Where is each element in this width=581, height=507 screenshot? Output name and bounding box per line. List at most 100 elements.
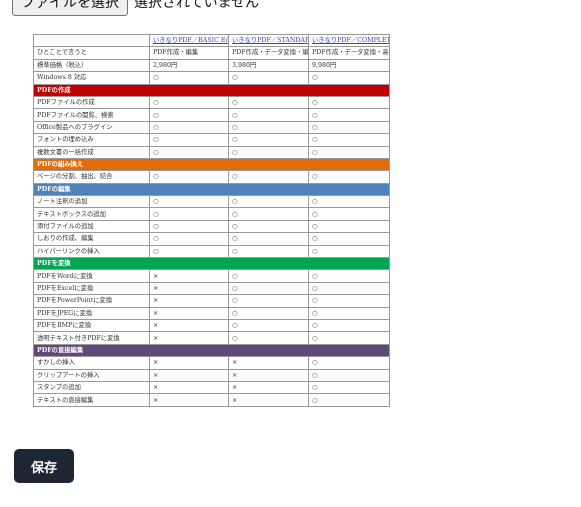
section-header-row: PDFの作成 bbox=[33, 83, 390, 97]
feature-value: ○ bbox=[308, 244, 390, 259]
feature-value: ○ bbox=[149, 95, 229, 110]
section-header-row: PDFを変換 bbox=[33, 257, 390, 271]
choose-file-button[interactable]: ファイルを選択 bbox=[12, 0, 128, 16]
feature-value: ○ bbox=[308, 393, 390, 407]
table-row: Office製品へのプラグイン ○ ○ ○ bbox=[33, 120, 390, 135]
feature-value: PDF作成・データ変換・高度編集 bbox=[308, 46, 390, 60]
section-title: PDFの編集 bbox=[33, 182, 390, 197]
table-row: フォントの埋め込み ○ ○ ○ bbox=[33, 133, 390, 147]
feature-value: PDF作成・編集 bbox=[149, 46, 229, 60]
table-row: テキストの直接編集 × × ○ bbox=[33, 393, 390, 407]
product-link[interactable]: いきなりPDF／STANDARD Edition Ver.2 bbox=[232, 37, 308, 44]
feature-value: ○ bbox=[149, 232, 229, 246]
section-title: PDFの組み換え bbox=[33, 157, 390, 172]
feature-value: 9,980円 bbox=[308, 58, 390, 73]
product-link[interactable]: いきなりPDF／BASIC Edition Ver.2 bbox=[153, 37, 228, 44]
feature-value: 3,980円 bbox=[228, 58, 309, 73]
feature-label: PDFをJPEGに変換 bbox=[33, 306, 150, 321]
section-header-row: PDFの直接編集 bbox=[33, 343, 390, 358]
feature-value: ○ bbox=[228, 269, 309, 283]
feature-value: ○ bbox=[308, 133, 390, 147]
table-row: PDFファイルの作成 ○ ○ ○ bbox=[33, 95, 390, 110]
feature-value: ○ bbox=[308, 269, 390, 283]
feature-value: × bbox=[149, 368, 229, 382]
table-row: すかしの挿入 × × ○ bbox=[33, 356, 390, 370]
feature-value: ○ bbox=[149, 207, 229, 221]
table-row: PDFをPowerPointに変換 × ○ ○ bbox=[33, 294, 390, 308]
feature-label: PDFをBMPに変換 bbox=[33, 318, 150, 333]
table-row: PDFをExcelに変換 × ○ ○ bbox=[33, 281, 390, 296]
feature-value: ○ bbox=[228, 133, 309, 147]
feature-value: ○ bbox=[228, 195, 309, 209]
feature-value: × bbox=[228, 356, 309, 370]
feature-value: ○ bbox=[228, 120, 309, 135]
feature-value: ○ bbox=[149, 195, 229, 209]
table-row: スタンプの追加 × × ○ bbox=[33, 380, 390, 395]
feature-label: Office製品へのプラグイン bbox=[33, 120, 150, 135]
save-button[interactable]: 保存 bbox=[14, 449, 74, 483]
feature-label: スタンプの追加 bbox=[33, 380, 150, 395]
feature-value: ○ bbox=[308, 380, 390, 395]
table-row: ひとことで言うと PDF作成・編集 PDF作成・データ変換・編集 PDF作成・データ変… bbox=[33, 46, 390, 60]
feature-label: ページの分割、抽出、結合 bbox=[33, 170, 150, 184]
feature-value: ○ bbox=[228, 95, 309, 110]
feature-value: × bbox=[149, 380, 229, 395]
feature-value: ○ bbox=[149, 120, 229, 135]
column-header: いきなりPDF／COMPLETE Edition Ver.2 bbox=[308, 34, 390, 48]
table-row: ページの分割、抽出、結合 ○ ○ ○ bbox=[33, 170, 390, 184]
feature-value: × bbox=[149, 331, 229, 345]
feature-label: Windows 8 対応 bbox=[33, 71, 150, 85]
feature-value: × bbox=[228, 393, 309, 407]
feature-label: フォントの埋め込み bbox=[33, 133, 150, 147]
feature-value: ○ bbox=[308, 331, 390, 345]
column-header: いきなりPDF／BASIC Edition Ver.2 bbox=[149, 34, 229, 48]
feature-value: PDF作成・データ変換・編集 bbox=[228, 46, 309, 60]
feature-label: PDFをWordに変換 bbox=[33, 269, 150, 283]
feature-value: ○ bbox=[228, 294, 309, 308]
feature-label: すかしの挿入 bbox=[33, 356, 150, 370]
table-header-row: いきなりPDF／BASIC Edition Ver.2 いきなりPDF／STAND… bbox=[33, 34, 390, 48]
feature-value: ○ bbox=[149, 244, 229, 259]
comparison-table: いきなりPDF／BASIC Edition Ver.2 いきなりPDF／STAND… bbox=[33, 34, 390, 407]
table-row: ノート注釈の追加 ○ ○ ○ bbox=[33, 195, 390, 209]
table-row: 標準価格（税込） 2,980円 3,980円 9,980円 bbox=[33, 58, 390, 73]
feature-value: 2,980円 bbox=[149, 58, 229, 73]
column-header bbox=[33, 34, 150, 48]
feature-value: ○ bbox=[228, 145, 309, 159]
feature-value: × bbox=[149, 356, 229, 370]
table-row: 添付ファイルの追加 ○ ○ ○ bbox=[33, 219, 390, 234]
feature-label: PDFファイルの閲覧、検索 bbox=[33, 108, 150, 122]
feature-value: ○ bbox=[308, 145, 390, 159]
feature-value: ○ bbox=[308, 108, 390, 122]
feature-value: ○ bbox=[308, 306, 390, 321]
table-row: しおりの作成、編集 ○ ○ ○ bbox=[33, 232, 390, 246]
table-row: PDFをWordに変換 × ○ ○ bbox=[33, 269, 390, 283]
feature-label: テキストの直接編集 bbox=[33, 393, 150, 407]
feature-value: ○ bbox=[149, 145, 229, 159]
table-row: 複数文書の一括作成 ○ ○ ○ bbox=[33, 145, 390, 159]
section-header-row: PDFの組み換え bbox=[33, 157, 390, 172]
image-preview: いきなりPDF／BASIC Edition Ver.2 いきなりPDF／STAND… bbox=[33, 34, 390, 425]
feature-value: ○ bbox=[308, 120, 390, 135]
product-link[interactable]: いきなりPDF／COMPLETE Edition Ver.2 bbox=[312, 37, 389, 44]
feature-value: ○ bbox=[308, 170, 390, 184]
feature-value: ○ bbox=[308, 356, 390, 370]
feature-label: クリップアートの挿入 bbox=[33, 368, 150, 382]
table-row: PDFをBMPに変換 × ○ ○ bbox=[33, 318, 390, 333]
feature-value: ○ bbox=[228, 306, 309, 321]
feature-label: 複数文書の一括作成 bbox=[33, 145, 150, 159]
feature-label: しおりの作成、編集 bbox=[33, 232, 150, 246]
feature-value: × bbox=[149, 281, 229, 296]
feature-value: ○ bbox=[228, 318, 309, 333]
feature-label: ノート注釈の追加 bbox=[33, 195, 150, 209]
file-status-text: 選択されていません bbox=[134, 0, 260, 11]
section-title: PDFを変換 bbox=[33, 257, 390, 271]
feature-value: ○ bbox=[308, 281, 390, 296]
feature-value: × bbox=[228, 368, 309, 382]
table-row: Windows 8 対応 ○ ○ ○ bbox=[33, 71, 390, 85]
feature-label: PDFファイルの作成 bbox=[33, 95, 150, 110]
feature-value: ○ bbox=[149, 133, 229, 147]
feature-value: ○ bbox=[308, 71, 390, 85]
table-row: クリップアートの挿入 × × ○ bbox=[33, 368, 390, 382]
feature-label: 標準価格（税込） bbox=[33, 58, 150, 73]
